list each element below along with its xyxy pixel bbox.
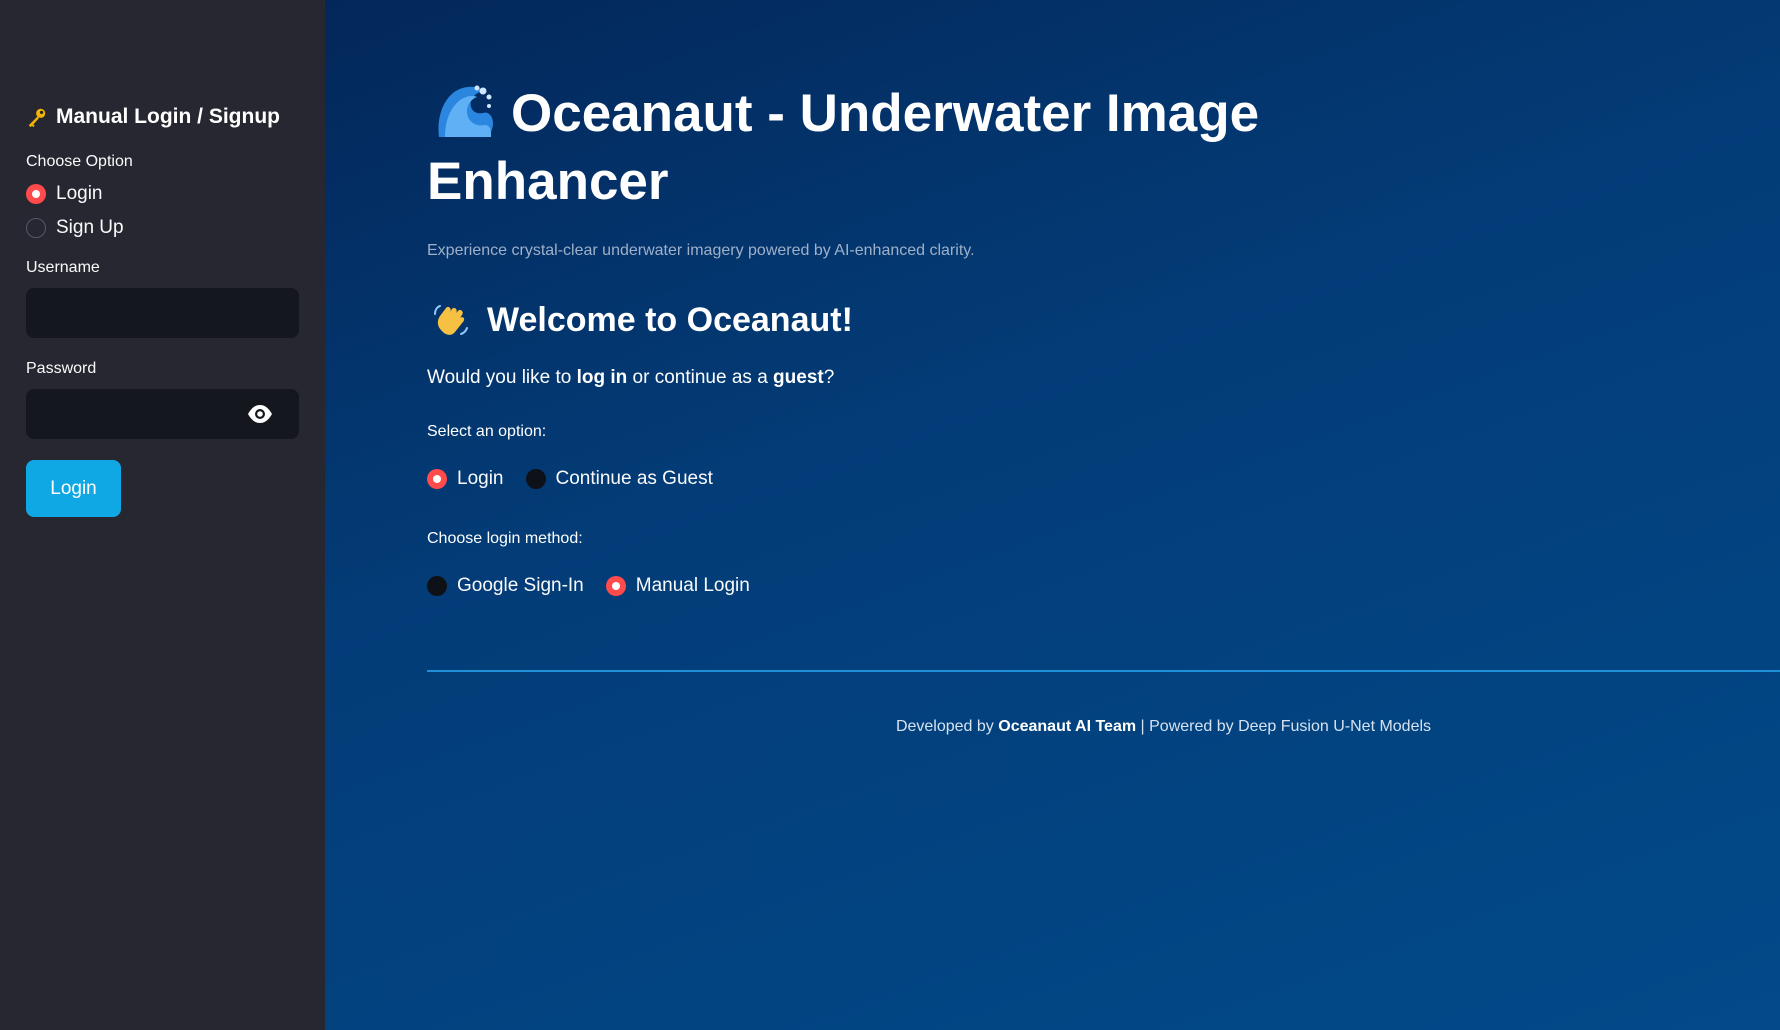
question-text: Would you like to [427,367,577,388]
question-text: ? [823,367,835,388]
main-content: Oceanaut - Underwater Image Enhancer Exp… [325,0,1780,1030]
radio-label: Google Sign-In [457,575,584,596]
login-method-label: Choose login method: [427,530,583,547]
welcome-heading-text: Welcome to Oceanaut! [487,300,853,339]
page-title-text: Oceanaut - Underwater Image Enhancer [427,84,1260,211]
radio-label: Sign Up [56,217,124,238]
footer-text: | Powered by Deep Fusion U-Net Models [1136,718,1432,735]
radio-selected-icon [605,576,626,596]
sidebar-title: Manual Login / Signup [26,105,299,129]
sidebar-login-button[interactable]: Login [26,460,121,517]
username-field-wrapper [26,288,299,338]
waving-hand-icon [434,305,468,335]
login-method-radio-group: Google Sign-In Manual Login [427,575,772,597]
sidebar-title-text: Manual Login / Signup [56,105,280,128]
radio-unselected-icon [26,218,46,238]
radio-option-sign-up[interactable]: Sign Up [26,217,299,239]
password-label: Password [26,360,97,377]
choose-option-label: Choose Option [26,153,133,170]
eye-icon[interactable] [247,404,273,424]
sidebar: Manual Login / Signup Choose Option Logi… [0,0,325,1030]
page-subtitle: Experience crystal-clear underwater imag… [427,242,975,259]
login-or-guest-question: Would you like to log in or continue as … [427,367,834,389]
select-option-label: Select an option: [427,423,547,440]
question-emphasis-guest: guest [773,367,824,388]
question-text: or continue as a [627,367,774,388]
choose-option-radio-group: Login Sign Up [26,183,299,239]
radio-option-continue-as-guest[interactable]: Continue as Guest [525,468,713,490]
footer: Developed by Oceanaut AI Team | Powered … [427,718,1780,736]
radio-label: Login [56,183,103,204]
app-root: Manual Login / Signup Choose Option Logi… [0,0,1780,1030]
radio-label: Manual Login [635,575,750,596]
question-emphasis-login: log in [576,367,628,388]
radio-unselected-icon [525,469,546,489]
page-title: Oceanaut - Underwater Image Enhancer [427,80,1327,216]
radio-option-login[interactable]: Login [26,183,299,205]
select-option-radio-group: Login Continue as Guest [427,468,735,490]
divider [427,670,1780,672]
password-field-wrapper [26,389,299,439]
footer-team: Oceanaut AI Team [998,718,1137,735]
wave-icon [438,85,493,137]
radio-unselected-icon [427,576,447,596]
key-icon [28,108,46,128]
radio-label: Login [457,468,504,489]
username-input[interactable] [26,288,299,338]
radio-option-login[interactable]: Login [427,468,504,490]
radio-selected-icon [427,469,447,489]
radio-label: Continue as Guest [555,468,713,489]
radio-option-google-sign-in[interactable]: Google Sign-In [427,575,584,597]
footer-text: Developed by [895,718,999,735]
welcome-heading: Welcome to Oceanaut! [427,300,853,340]
username-label: Username [26,259,100,276]
radio-selected-icon [26,184,46,204]
radio-option-manual-login[interactable]: Manual Login [605,575,750,597]
